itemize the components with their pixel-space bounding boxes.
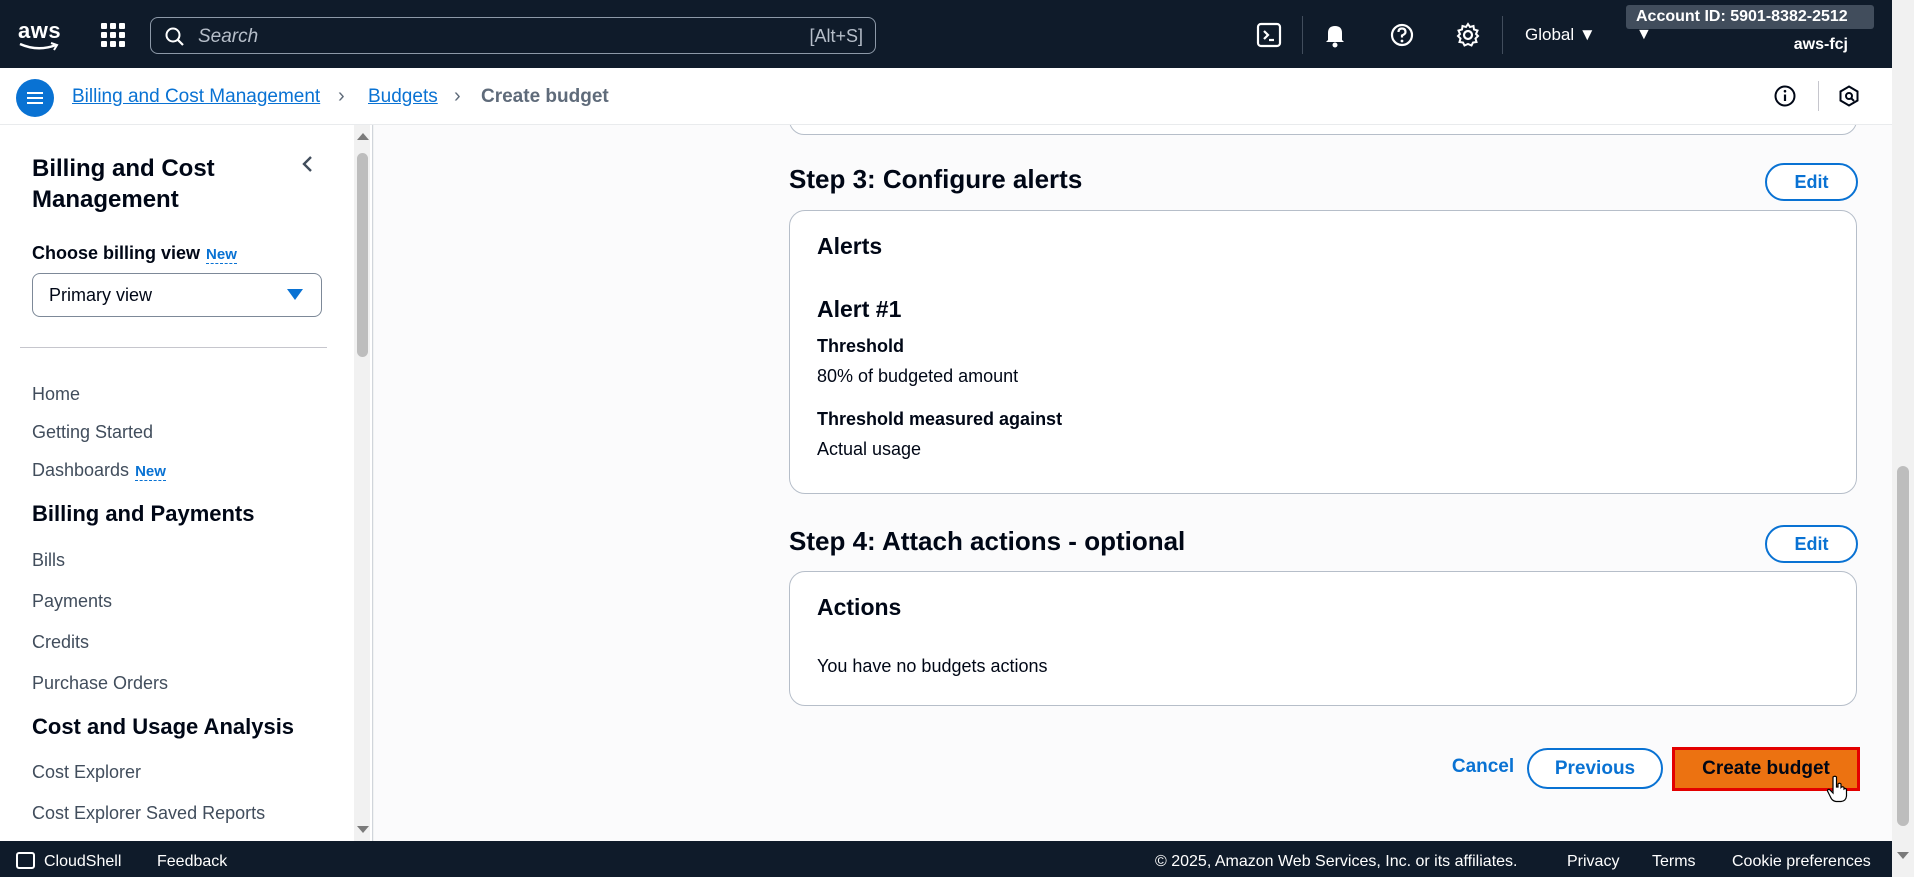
sidebar-title[interactable]: Billing and Cost Management: [32, 153, 272, 215]
cancel-button[interactable]: Cancel: [1428, 747, 1538, 787]
aws-logo[interactable]: aws: [18, 18, 62, 52]
threshold-measured-value: Actual usage: [817, 439, 922, 459]
footer-terms-link[interactable]: Terms: [1652, 853, 1696, 871]
footer-feedback-link[interactable]: Feedback: [157, 853, 227, 871]
collapse-chevron-left-icon[interactable]: [298, 154, 318, 174]
chevron-right-icon: ›: [454, 85, 461, 107]
hand-pointer-cursor-icon: [1826, 775, 1848, 803]
search-icon: [165, 27, 184, 46]
page-scroll-thumb[interactable]: [1897, 466, 1909, 826]
sidebar-item-credits[interactable]: Credits: [32, 632, 89, 653]
breadcrumb-billing[interactable]: Billing and Cost Management: [72, 86, 320, 108]
sidebar-scrollbar[interactable]: [352, 125, 372, 841]
caret-down-icon: [287, 289, 303, 300]
side-navigation-toggle[interactable]: [16, 79, 54, 117]
services-grid-icon[interactable]: [101, 23, 125, 47]
footer-cookie-preferences-link[interactable]: Cookie preferences: [1732, 853, 1871, 871]
alert-1-title: Alert #1: [817, 296, 902, 322]
threshold-measured-label: Threshold measured against: [817, 409, 1063, 429]
threshold-label: Threshold: [817, 336, 905, 356]
sidebar-item-bills[interactable]: Bills: [32, 550, 65, 571]
aws-logo-text: aws: [18, 18, 62, 43]
billing-view-label-text: Choose billing view: [32, 243, 201, 263]
section-billing-and-payments[interactable]: Billing and Payments: [32, 501, 255, 527]
sidebar-item-dashboards[interactable]: Dashboards New: [32, 460, 166, 481]
breadcrumb-budgets[interactable]: Budgets: [368, 86, 438, 108]
help-icon[interactable]: [1389, 22, 1415, 48]
breadcrumb-current: Create budget: [481, 86, 609, 107]
billing-view-value: Primary view: [49, 285, 153, 305]
chevron-right-icon: ›: [338, 85, 345, 107]
toolbar-divider: [1302, 16, 1303, 54]
aws-smile-icon: [19, 42, 59, 51]
step2-card-edge: [789, 125, 1857, 135]
step3-edit-button[interactable]: Edit: [1765, 163, 1858, 201]
billing-view-label: Choose billing view New: [32, 243, 237, 264]
scroll-down-arrow-icon[interactable]: [357, 826, 369, 833]
step4-title: Step 4: Attach actions - optional: [789, 526, 1186, 556]
step4-edit-button[interactable]: Edit: [1765, 525, 1858, 563]
sidebar-item-label: Dashboards: [32, 460, 130, 480]
sidebar-item-cost-explorer[interactable]: Cost Explorer: [32, 762, 141, 783]
toolbar-divider: [1502, 16, 1503, 54]
side-navigation: Billing and Cost Management Choose billi…: [0, 125, 373, 841]
sidebar-item-getting-started[interactable]: Getting Started: [32, 422, 153, 443]
new-badge[interactable]: New: [135, 463, 166, 481]
main-content: Step 3: Configure alerts Edit Alerts Ale…: [374, 125, 1892, 841]
alerts-card: Alerts Alert #1 Threshold 80% of budgete…: [789, 210, 1857, 494]
cloudshell-icon[interactable]: [1256, 22, 1282, 48]
page-scrollbar[interactable]: [1892, 0, 1914, 877]
breadcrumb-divider: [1818, 81, 1819, 111]
actions-card-title: Actions: [817, 594, 902, 620]
sidebar-item-saved-reports[interactable]: Cost Explorer Saved Reports: [32, 803, 265, 824]
sidebar-divider: [20, 347, 327, 348]
section-cost-and-usage-analysis[interactable]: Cost and Usage Analysis: [32, 714, 294, 740]
scroll-down-arrow-icon[interactable]: [1897, 852, 1909, 859]
billing-view-select[interactable]: Primary view: [32, 273, 322, 317]
sidebar-item-home[interactable]: Home: [32, 384, 80, 405]
threshold-value: 80% of budgeted amount: [817, 366, 1019, 386]
alerts-card-title: Alerts: [817, 233, 883, 259]
step3-title: Step 3: Configure alerts: [789, 164, 1083, 194]
cloudshell-icon[interactable]: [16, 852, 35, 869]
footer-cloudshell-link[interactable]: CloudShell: [44, 853, 121, 871]
new-badge[interactable]: New: [206, 246, 237, 264]
footer-copyright: © 2025, Amazon Web Services, Inc. or its…: [1155, 853, 1518, 870]
settings-gear-icon[interactable]: [1455, 22, 1481, 48]
actions-card: Actions You have no budgets actions: [789, 571, 1857, 706]
top-navigation-bar: aws Search [Alt+S] Global ▼ Account ID:: [0, 0, 1892, 68]
region-selector[interactable]: Global ▼: [1525, 25, 1596, 45]
bell-icon[interactable]: [1322, 22, 1348, 48]
search-placeholder: Search: [198, 26, 259, 47]
scroll-up-arrow-icon[interactable]: [357, 133, 369, 140]
sidebar-item-purchase-orders[interactable]: Purchase Orders: [32, 673, 168, 694]
search-shortcut-hint: [Alt+S]: [809, 26, 863, 46]
sidebar-scroll-thumb[interactable]: [357, 153, 368, 357]
info-icon[interactable]: [1774, 85, 1796, 107]
amazon-q-icon[interactable]: [1838, 85, 1860, 107]
previous-button[interactable]: Previous: [1527, 748, 1663, 789]
no-actions-text: You have no budgets actions: [817, 656, 1048, 676]
footer-privacy-link[interactable]: Privacy: [1567, 853, 1619, 871]
account-user[interactable]: aws-fcj: [1794, 36, 1848, 54]
account-menu[interactable]: Account ID: 5901-8382-2512 ▼: [1626, 5, 1874, 43]
search-input[interactable]: Search [Alt+S]: [150, 17, 876, 54]
console-footer: CloudShell Feedback © 2025, Amazon Web S…: [0, 841, 1892, 877]
sidebar-item-payments[interactable]: Payments: [32, 591, 112, 612]
breadcrumb-bar: Billing and Cost Management › Budgets › …: [0, 68, 1892, 125]
